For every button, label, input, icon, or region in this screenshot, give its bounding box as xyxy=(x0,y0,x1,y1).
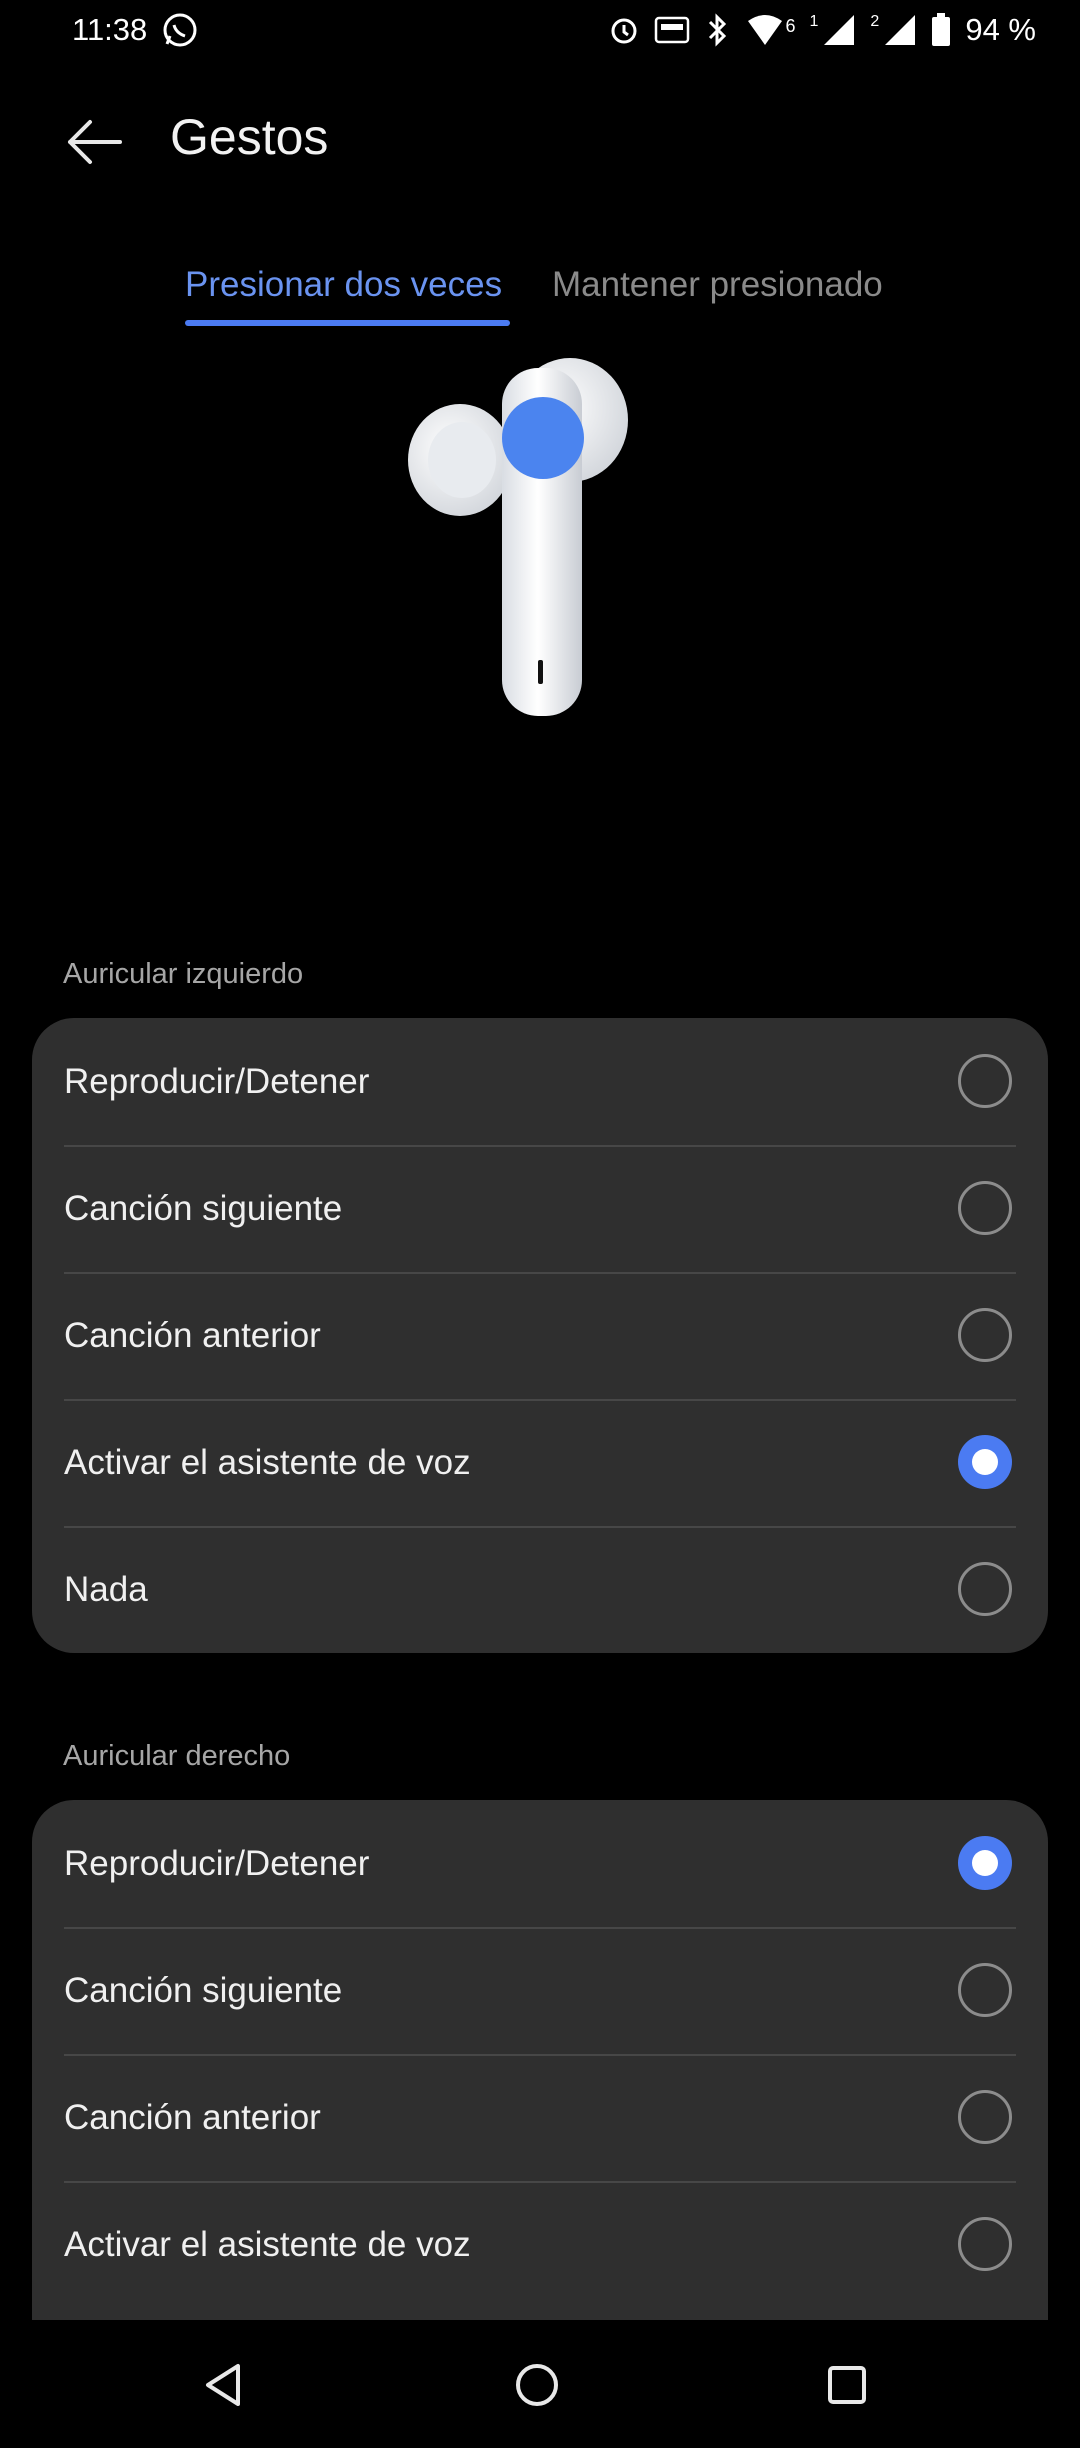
right-option-previous-track[interactable]: Canción anterior xyxy=(32,2054,1048,2181)
auto-hz-icon xyxy=(654,15,690,45)
nav-home-button[interactable] xyxy=(502,2350,572,2420)
right-earbud-options: Reproducir/Detener Canción siguiente Can… xyxy=(32,1800,1048,2320)
back-triangle-icon xyxy=(206,2364,240,2406)
gesture-tabs: Presionar dos veces Mantener presionado xyxy=(0,256,1080,326)
left-earbud-label: Auricular izquierdo xyxy=(63,958,304,990)
earbud-image xyxy=(408,358,628,716)
option-label: Canción anterior xyxy=(64,2097,321,2137)
whatsapp-icon xyxy=(161,11,199,49)
sim1-label: 1 xyxy=(809,13,819,30)
left-option-next-track[interactable]: Canción siguiente xyxy=(32,1145,1048,1272)
radio-button[interactable] xyxy=(958,1963,1012,2017)
radio-button[interactable] xyxy=(958,1054,1012,1108)
status-left: 11:38 xyxy=(72,11,199,49)
tab-press-hold[interactable]: Mantener presionado xyxy=(552,256,883,326)
back-button[interactable] xyxy=(56,104,132,180)
option-label: Activar el asistente de voz xyxy=(64,2224,471,2264)
option-label: Reproducir/Detener xyxy=(64,1843,370,1883)
bluetooth-icon xyxy=(704,13,732,47)
radio-button[interactable] xyxy=(958,1562,1012,1616)
app-header: Gestos xyxy=(0,90,1080,190)
alarm-icon xyxy=(608,14,640,46)
arrow-left-icon xyxy=(68,120,122,164)
network-badge: 6 xyxy=(785,15,796,36)
right-option-play-pause[interactable]: Reproducir/Detener xyxy=(32,1800,1048,1927)
right-earbud-label: Auricular derecho xyxy=(63,1740,291,1772)
radio-button-selected[interactable] xyxy=(958,1435,1012,1489)
tab-double-press-label: Presionar dos veces xyxy=(185,265,503,304)
radio-button-selected[interactable] xyxy=(958,1836,1012,1890)
left-option-play-pause[interactable]: Reproducir/Detener xyxy=(32,1018,1048,1145)
touch-area-indicator xyxy=(502,397,584,479)
option-label: Nada xyxy=(64,1569,148,1609)
right-option-voice-assistant[interactable]: Activar el asistente de voz xyxy=(32,2181,1048,2308)
signal-sim1-icon xyxy=(822,13,856,47)
nav-back-button[interactable] xyxy=(190,2350,260,2420)
option-label: Activar el asistente de voz xyxy=(64,1442,471,1482)
option-label: Canción anterior xyxy=(64,1315,321,1355)
page-title: Gestos xyxy=(170,109,329,165)
left-option-voice-assistant[interactable]: Activar el asistente de voz xyxy=(32,1399,1048,1526)
battery-level: 94 % xyxy=(965,12,1036,47)
wifi-icon xyxy=(746,13,784,47)
radio-button[interactable] xyxy=(958,1181,1012,1235)
tab-press-hold-label: Mantener presionado xyxy=(552,265,883,304)
battery-icon xyxy=(931,13,951,47)
earbud-illustration xyxy=(400,350,640,730)
sim2-label: 2 xyxy=(870,13,880,30)
home-circle-icon xyxy=(516,2364,558,2406)
status-right: 6 1 2 94 % xyxy=(608,12,1036,48)
right-option-next-track[interactable]: Canción siguiente xyxy=(32,1927,1048,2054)
option-label: Reproducir/Detener xyxy=(64,1061,370,1101)
status-time: 11:38 xyxy=(72,12,148,47)
nav-recents-button[interactable] xyxy=(812,2350,882,2420)
radio-button[interactable] xyxy=(958,1308,1012,1362)
option-label: Canción siguiente xyxy=(64,1188,343,1228)
left-option-previous-track[interactable]: Canción anterior xyxy=(32,1272,1048,1399)
gestures-screen: 11:38 6 1 2 94 % Gestos Presionar dos ve… xyxy=(0,0,1080,2448)
left-earbud-options: Reproducir/Detener Canción siguiente Can… xyxy=(32,1018,1048,1653)
option-label: Canción siguiente xyxy=(64,1970,343,2010)
signal-sim2-icon xyxy=(883,13,917,47)
tab-active-indicator xyxy=(185,320,510,326)
tab-double-press[interactable]: Presionar dos veces xyxy=(185,256,510,326)
system-nav-bar xyxy=(0,2320,1080,2448)
radio-button[interactable] xyxy=(958,2090,1012,2144)
status-bar: 11:38 6 1 2 94 % xyxy=(0,0,1080,60)
left-option-nothing[interactable]: Nada xyxy=(32,1526,1048,1653)
radio-button[interactable] xyxy=(958,2217,1012,2271)
recents-square-icon xyxy=(828,2366,866,2404)
